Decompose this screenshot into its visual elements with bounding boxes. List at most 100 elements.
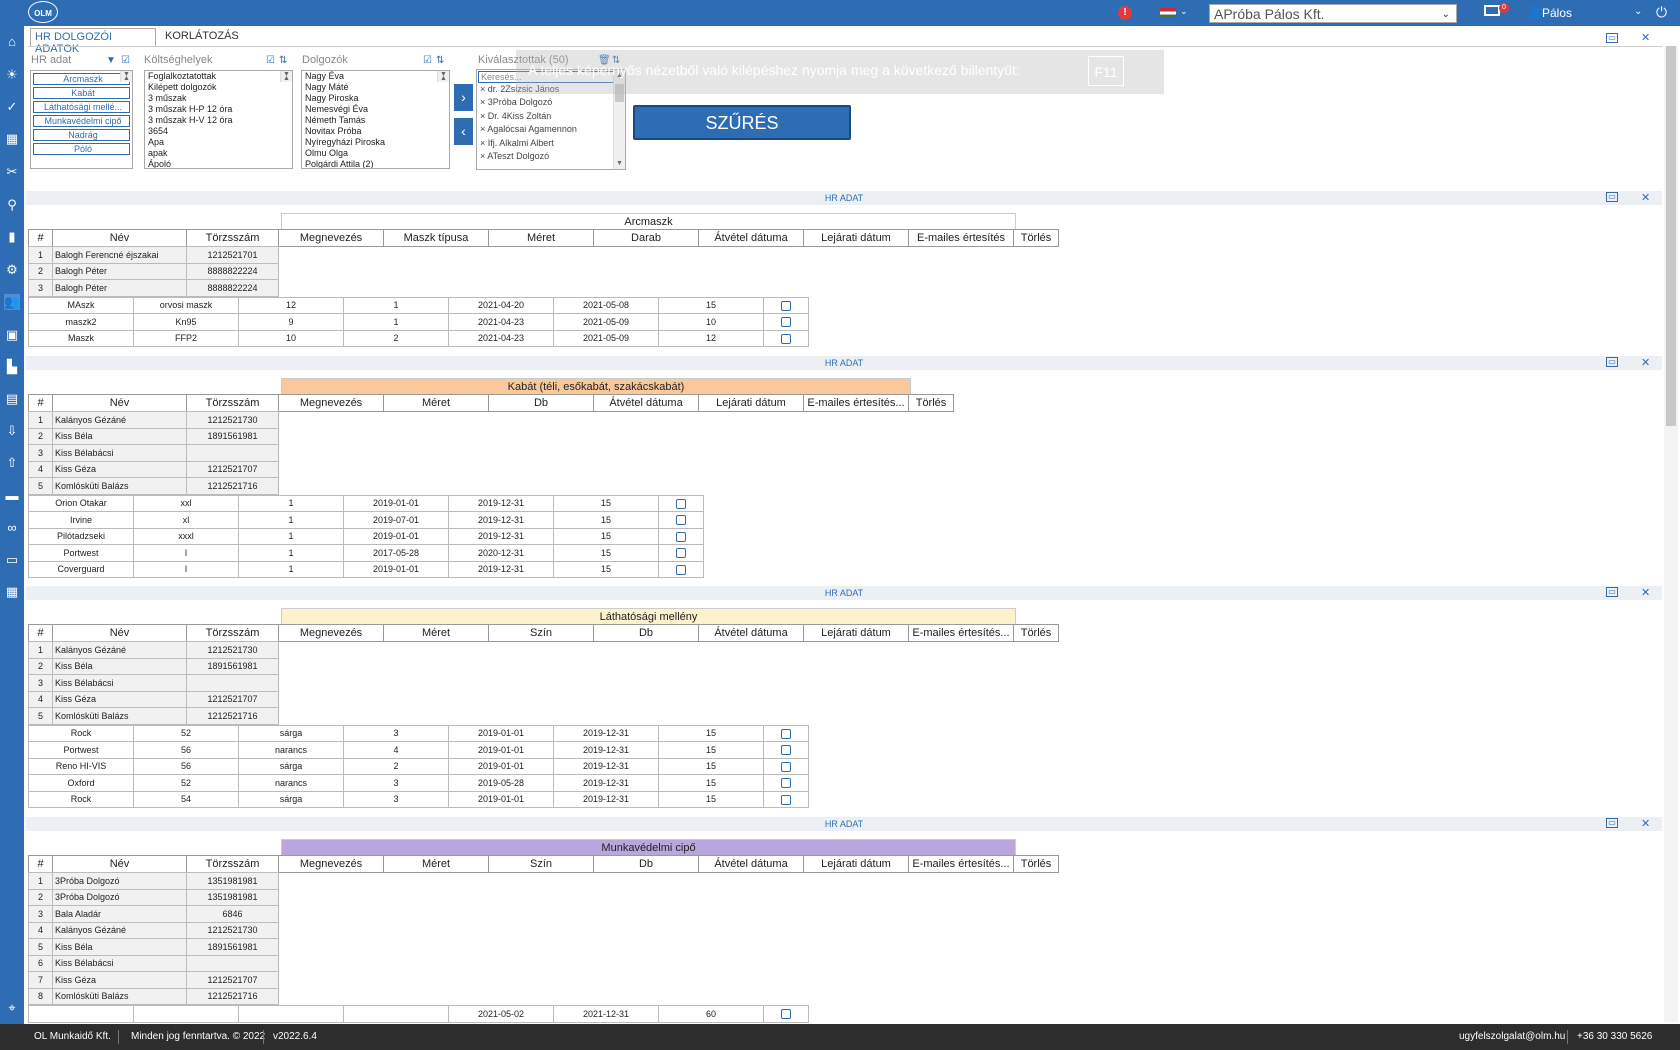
maximize-icon[interactable]: ▭ [1606,587,1618,597]
employee-row[interactable]: 2 Kiss Béla 1891561981 [28,657,279,675]
employee-row[interactable]: 7 Kiss Géza 1212521707 [28,971,279,989]
users-icon[interactable]: 👥 [4,294,20,310]
crosshair-icon[interactable]: ⌖ [4,1000,20,1016]
list-item[interactable]: 3 műszak H-P 12 óra [145,104,292,115]
check-all-icon[interactable]: ☑ [423,55,432,66]
table-row[interactable]: Maszk FFP2 10 2 2021-04-23 2021-05-09 12 [28,329,809,347]
employee-row[interactable]: 3 Kiss Bélabácsi [28,674,279,692]
chain-link-icon[interactable]: ∞ [4,520,20,536]
column-header[interactable]: Lejárati dátum [698,394,804,412]
employee-row[interactable]: 5 Komlósküti Balázs 1212521716 [28,707,279,725]
check-all-icon[interactable]: ☑ [121,55,130,66]
column-header[interactable]: Törzsszám [186,394,279,412]
employee-row[interactable]: 1 3Próba Dolgozó 1351981981 [28,872,279,890]
list-item[interactable]: Apa [145,137,292,148]
table-row[interactable]: Rock 54 sárga 3 2019-01-01 2019-12-31 15 [28,790,809,808]
column-header[interactable]: # [28,855,53,873]
link-icon[interactable]: ⚲ [4,197,20,213]
scroll-thumb[interactable] [1666,46,1676,426]
column-header[interactable]: Lejárati dátum [803,229,909,247]
column-header[interactable]: Átvétel dátuma [698,855,804,873]
email-notify-checkbox[interactable] [676,564,686,575]
column-header[interactable]: Méret [383,624,489,642]
email-notify-checkbox[interactable] [676,548,686,559]
table-row[interactable]: Pilótadzseki xxxl 1 2019-01-01 2019-12-31 15 [28,527,704,545]
maximize-icon[interactable]: ▭ [1606,357,1618,367]
footer-email[interactable]: ugyfelszolgalat@olm.hu [1459,1031,1565,1042]
employee-row[interactable]: 5 Komlósküti Balázs 1212521716 [28,477,279,495]
email-notify-checkbox[interactable] [781,761,791,772]
column-header[interactable]: # [28,229,53,247]
sun-icon[interactable]: ☀ [4,67,20,83]
column-header[interactable]: Szín [488,855,594,873]
add-selected-arrow-button[interactable]: › [454,84,473,111]
table-row[interactable]: Portwest l 1 2017-05-28 2020-12-31 15 [28,544,704,562]
filter-button[interactable]: SZŰRÉS [633,105,851,140]
filter-icon[interactable]: ▼ [106,55,116,66]
hr-item[interactable]: Láthatósági mellé... [33,101,130,113]
settings-icon[interactable]: ⚙ [4,262,20,278]
employee-row[interactable]: 1 Kalányos Gézáné 1212521730 [28,411,279,429]
calendar-grid-icon[interactable]: ▦ [4,584,20,600]
email-notify-checkbox[interactable] [781,745,791,756]
column-header[interactable]: Db [593,624,699,642]
list-item[interactable]: Olmu Olga [302,148,449,159]
calendar-icon[interactable]: ▦ [4,131,20,147]
close-icon[interactable]: ✕ [1641,356,1650,370]
mail-icon[interactable] [1484,5,1500,16]
employee-row[interactable]: 3 Kiss Bélabácsi [28,444,279,462]
list-item[interactable]: apak [145,148,292,159]
table-row[interactable]: Reno HI-VIS 56 sárga 2 2019-01-01 2019-12-31 1… [28,757,809,775]
column-header[interactable]: Név [52,394,187,412]
selected-item[interactable]: × Dr. 4Kiss Zoltán [477,111,625,124]
column-header[interactable]: Törlés [1013,855,1059,873]
hr-data-list[interactable]: Arcmaszk Kabát Láthatósági mellé... Munk… [30,70,133,169]
email-notify-checkbox[interactable] [781,778,791,789]
user-icon[interactable]: 👤 [1528,5,1543,19]
table-row[interactable]: maszk2 Kn95 9 1 2021-04-23 2021-05-09 10 [28,313,809,331]
email-notify-checkbox[interactable] [781,317,791,328]
email-notify-checkbox[interactable] [781,728,791,739]
user-name[interactable]: Pálos [1542,6,1572,20]
employee-row[interactable]: 2 Kiss Béla 1891561981 [28,427,279,445]
employee-row[interactable]: 2 3Próba Dolgozó 1351981981 [28,888,279,906]
list-item[interactable]: 3 műszak [145,93,292,104]
report-chart-icon[interactable]: ▤ [4,391,20,407]
hr-item[interactable]: Kabát [33,87,130,99]
column-header[interactable]: Db [488,394,594,412]
column-header[interactable]: Átvétel dátuma [698,624,804,642]
email-notify-checkbox[interactable] [781,333,791,344]
selected-item[interactable]: × 3Próba Dolgozó [477,97,625,110]
table-row[interactable]: Rock 52 sárga 3 2019-01-01 2019-12-31 15 [28,724,809,742]
column-header[interactable]: Törlés [908,394,954,412]
column-header[interactable]: Db [593,855,699,873]
check-all-icon[interactable]: ☑ [266,55,275,66]
sort-icon[interactable]: ⇅ [436,55,444,66]
list-item[interactable]: Nagy Piroska [302,93,449,104]
column-header[interactable]: Törzsszám [186,855,279,873]
column-header[interactable]: Átvétel dátuma [698,229,804,247]
power-icon[interactable]: ⏻ [1656,4,1667,21]
sms-icon[interactable]: ▭ [4,552,20,568]
column-header[interactable]: Darab [593,229,699,247]
employee-row[interactable]: 2 Balogh Péter 8888822224 [28,262,279,280]
selected-item[interactable]: × Agalócsai Agamennon [477,124,625,137]
user-chevron-down-icon[interactable]: ⌄ [1634,6,1642,17]
cost-centers-list[interactable]: Foglalkoztatottak Kilépett dolgozók 3 mű… [144,70,293,169]
scrollbar[interactable]: ▲ ▼ [280,71,292,82]
column-header[interactable]: Méret [383,394,489,412]
maximize-icon[interactable]: ▭ [1606,818,1618,828]
page-scrollbar[interactable] [1664,46,1678,1022]
employee-row[interactable]: 4 Kiss Géza 1212521707 [28,460,279,478]
column-header[interactable]: # [28,624,53,642]
employee-row[interactable]: 6 Kiss Bélabácsi [28,954,279,972]
column-header[interactable]: Név [52,624,187,642]
remove-selected-arrow-button[interactable]: ‹ [454,118,473,145]
chart-icon[interactable]: ▮ [4,229,20,245]
column-header[interactable]: E-mailes értesítés... [908,855,1014,873]
folder-icon[interactable]: ▬ [4,488,20,504]
column-header[interactable]: Név [52,229,187,247]
close-icon[interactable]: ✕ [1641,191,1650,205]
close-icon[interactable]: ✕ [1641,586,1650,600]
column-header[interactable]: Lejárati dátum [803,855,909,873]
